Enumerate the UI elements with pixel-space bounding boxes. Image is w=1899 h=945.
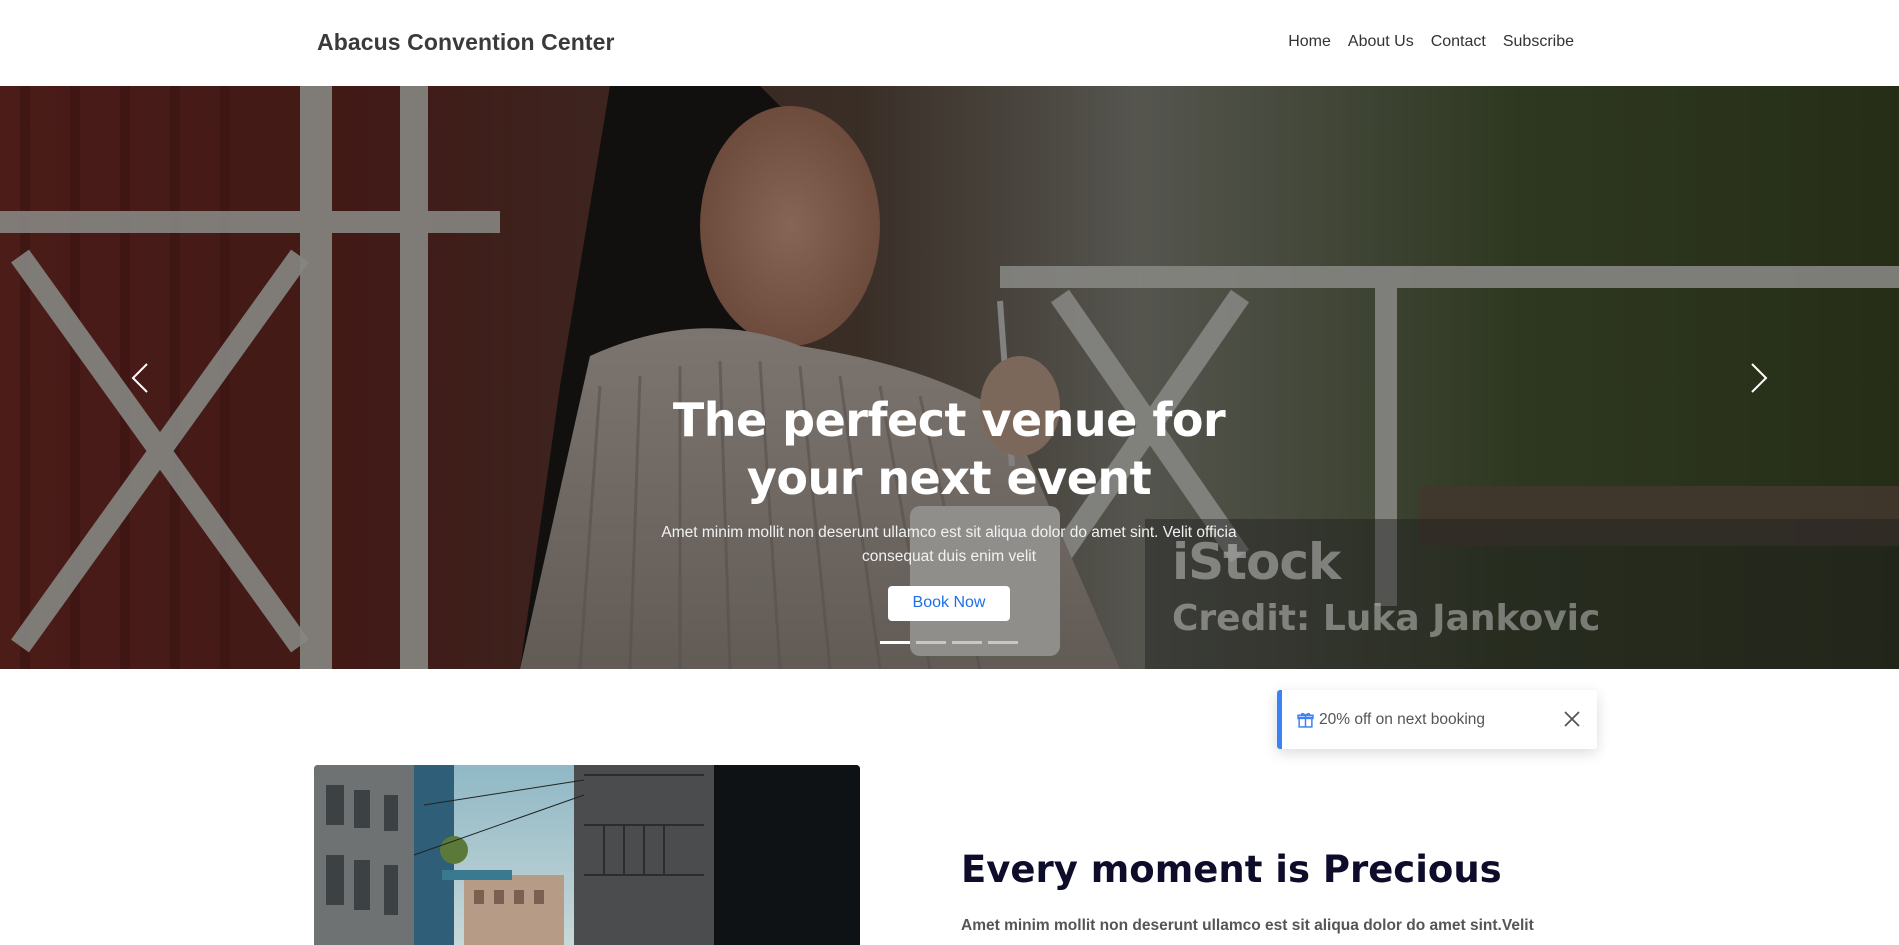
brand-logo-link[interactable]: Abacus Convention Center (317, 29, 615, 56)
carousel-prev-button[interactable] (0, 86, 280, 669)
hero-carousel: iStock Credit: Luka Jankovic The perfect… (0, 86, 1899, 669)
nav-home-link[interactable]: Home (1288, 33, 1331, 51)
feature-description: Amet minim mollit non deserunt ullamco e… (961, 917, 1534, 934)
close-icon (1564, 711, 1580, 727)
carousel-indicator-3[interactable] (952, 641, 982, 644)
nav-subscribe-link[interactable]: Subscribe (1503, 33, 1574, 51)
gift-icon (1297, 712, 1314, 728)
chevron-right-icon (1751, 362, 1768, 393)
navbar: Abacus Convention Center Home About Us C… (0, 0, 1899, 86)
carousel-next-button[interactable] (1619, 86, 1899, 669)
toast-message: 20% off on next booking (1319, 710, 1486, 728)
discount-toast: 20% off on next booking (1277, 690, 1597, 749)
carousel-indicator-1[interactable] (880, 641, 910, 644)
nav-about-link[interactable]: About Us (1348, 33, 1414, 51)
carousel-indicators (880, 641, 1018, 644)
hero-caption: The perfect venue for your next event Am… (649, 391, 1249, 621)
chevron-left-icon (131, 362, 148, 393)
feature-title: Every moment is Precious (961, 848, 1502, 891)
alley-photo (314, 765, 860, 945)
carousel-indicator-2[interactable] (916, 641, 946, 644)
toast-close-button[interactable] (1561, 708, 1583, 730)
main-nav: Home About Us Contact Subscribe (1288, 33, 1574, 51)
book-now-button[interactable]: Book Now (887, 586, 1011, 621)
carousel-indicator-4[interactable] (988, 641, 1018, 644)
feature-image (314, 765, 860, 945)
nav-contact-link[interactable]: Contact (1431, 33, 1486, 51)
hero-description: Amet minim mollit non deserunt ullamco e… (661, 524, 1237, 565)
hero-title: The perfect venue for your next event (672, 393, 1226, 505)
